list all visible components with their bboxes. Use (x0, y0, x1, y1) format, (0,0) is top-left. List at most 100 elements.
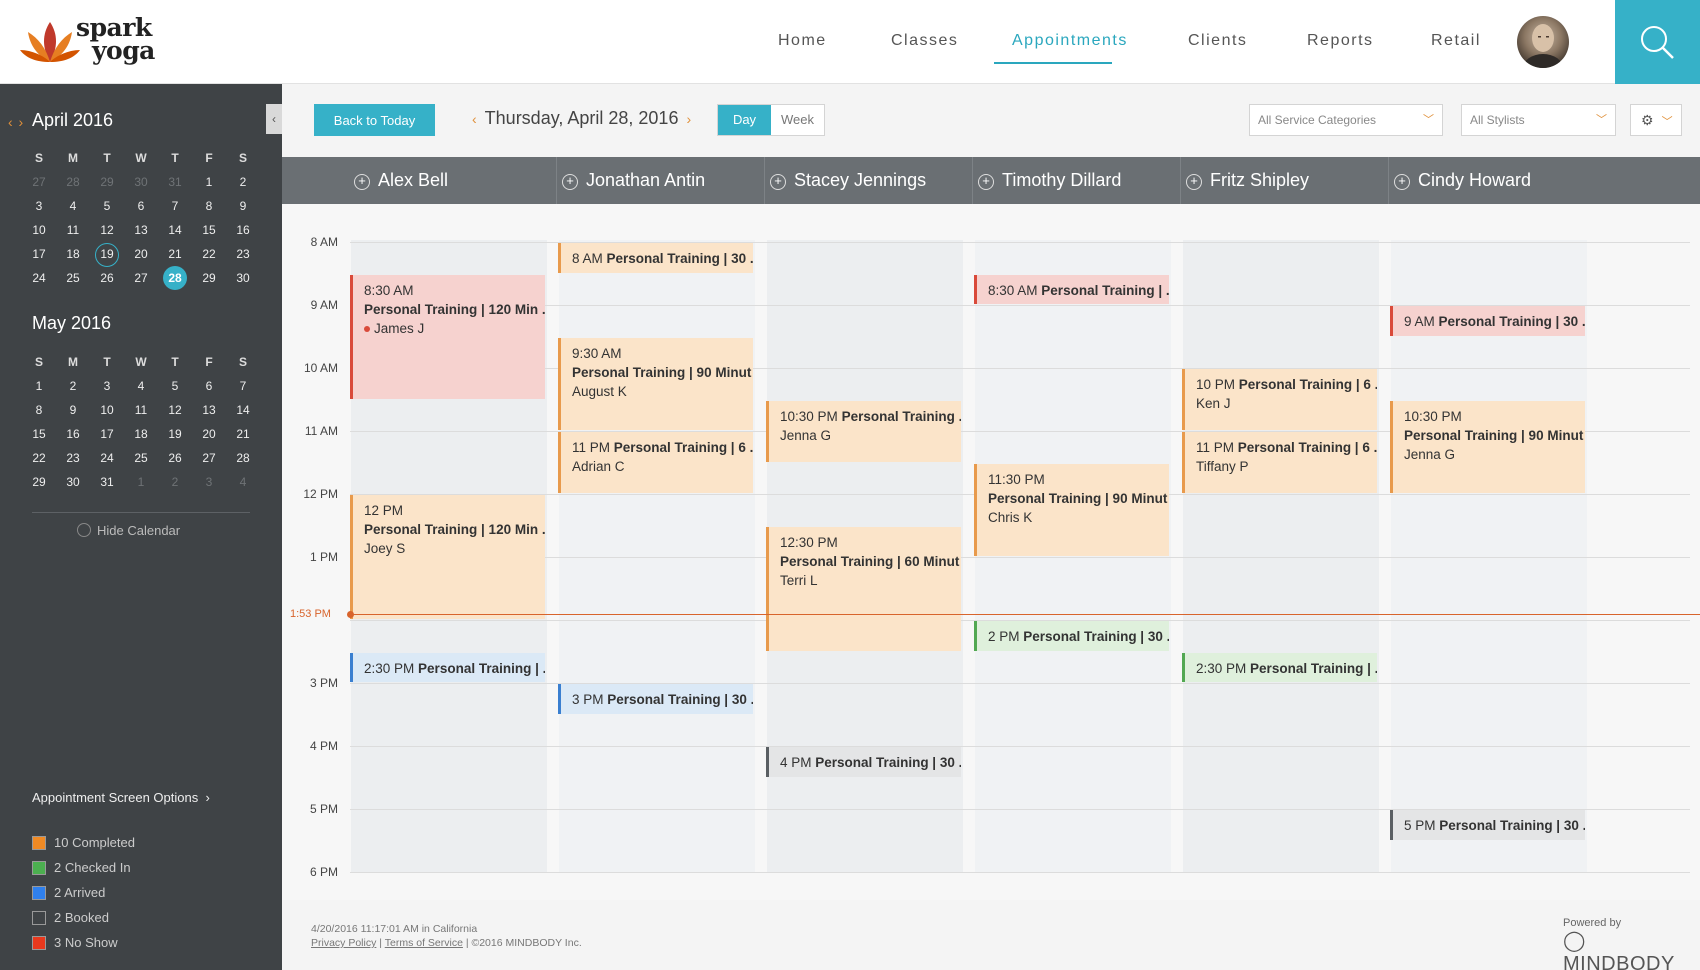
nav-home[interactable]: Home (778, 32, 827, 50)
appointment-block[interactable]: 8 AM Personal Training | 30 ... (558, 243, 753, 273)
search-button[interactable] (1615, 0, 1700, 84)
nav-retail[interactable]: Retail (1431, 32, 1481, 50)
calendar-day[interactable]: 4 (56, 194, 90, 218)
appointment-block[interactable]: 5 PM Personal Training | 30 ... (1390, 810, 1585, 840)
calendar-day[interactable]: 14 (226, 398, 260, 422)
calendar-day[interactable]: 4 (124, 374, 158, 398)
calendar-day[interactable]: 15 (22, 422, 56, 446)
legend-item[interactable]: 2 Checked In (32, 855, 135, 880)
appointment-block[interactable]: 11 PM Personal Training | 6 ... Adrian C (558, 432, 753, 493)
calendar-day[interactable]: 27 (124, 266, 158, 290)
legend-item[interactable]: 2 Booked (32, 905, 135, 930)
next-day-arrow[interactable]: › (686, 111, 691, 127)
privacy-policy-link[interactable]: Privacy Policy (311, 937, 376, 949)
staff-column-header[interactable]: + Alex Bell (354, 157, 448, 204)
calendar-day[interactable]: 3 (192, 470, 226, 494)
calendar-day[interactable]: 25 (56, 266, 90, 290)
add-appointment-icon[interactable]: + (1186, 174, 1202, 190)
calendar-day[interactable]: 11 (124, 398, 158, 422)
spark-yoga-logo[interactable]: spark yoga (20, 14, 180, 70)
calendar-day[interactable]: 29 (192, 266, 226, 290)
nav-classes[interactable]: Classes (891, 32, 958, 50)
calendar-day[interactable]: 22 (22, 446, 56, 470)
nav-reports[interactable]: Reports (1307, 32, 1374, 50)
prev-day-arrow[interactable]: ‹ (472, 111, 477, 127)
calendar-day[interactable]: 27 (22, 170, 56, 194)
calendar-day[interactable]: 11 (56, 218, 90, 242)
calendar-day[interactable]: 20 (124, 242, 158, 266)
calendar-day[interactable]: 28 (158, 266, 192, 290)
appointment-block[interactable]: 10:30 PM Personal Training ... Jenna G (766, 400, 961, 462)
calendar-day[interactable]: 19 (158, 422, 192, 446)
calendar-day[interactable]: 12 (90, 218, 124, 242)
calendar-day[interactable]: 3 (22, 194, 56, 218)
appointment-block[interactable]: 11 PM Personal Training | 6 ... Tiffany P (1182, 432, 1377, 493)
calendar-day[interactable]: 23 (226, 242, 260, 266)
staff-column-header[interactable]: + Stacey Jennings (770, 157, 926, 204)
calendar-day[interactable]: 30 (124, 170, 158, 194)
appointment-block[interactable]: 9:30 AM Personal Training | 90 Minut ... A… (558, 337, 753, 430)
collapse-sidebar-button[interactable]: ‹ (266, 104, 282, 134)
calendar-day[interactable]: 2 (226, 170, 260, 194)
calendar-day[interactable]: 1 (22, 374, 56, 398)
calendar-day[interactable]: 1 (192, 170, 226, 194)
calendar-day[interactable]: 13 (124, 218, 158, 242)
calendar-day[interactable]: 28 (56, 170, 90, 194)
staff-column-header[interactable]: + Cindy Howard (1394, 157, 1531, 204)
calendar-day[interactable]: 18 (124, 422, 158, 446)
calendar-day[interactable]: 14 (158, 218, 192, 242)
legend-item[interactable]: 10 Completed (32, 830, 135, 855)
appointment-block[interactable]: 10 PM Personal Training | 6 ... Ken J (1182, 369, 1377, 430)
calendar-day[interactable]: 15 (192, 218, 226, 242)
calendar-day[interactable]: 30 (56, 470, 90, 494)
staff-column-lane[interactable] (559, 240, 755, 872)
appointment-block[interactable]: 2 PM Personal Training | 30 ... (974, 621, 1169, 651)
calendar-day[interactable]: 6 (124, 194, 158, 218)
terms-of-service-link[interactable]: Terms of Service (385, 937, 463, 949)
nav-appointments[interactable]: Appointments (1012, 32, 1128, 50)
calendar-day[interactable]: 10 (90, 398, 124, 422)
calendar-day[interactable]: 16 (226, 218, 260, 242)
add-appointment-icon[interactable]: + (770, 174, 786, 190)
staff-column-lane[interactable] (1183, 240, 1379, 872)
calendar-day[interactable]: 29 (90, 170, 124, 194)
calendar-day[interactable]: 16 (56, 422, 90, 446)
calendar-day[interactable]: 24 (22, 266, 56, 290)
staff-column-lane[interactable] (975, 240, 1171, 872)
calendar-day[interactable]: 3 (90, 374, 124, 398)
calendar-day[interactable]: 25 (124, 446, 158, 470)
calendar-day[interactable]: 18 (56, 242, 90, 266)
add-appointment-icon[interactable]: + (978, 174, 994, 190)
legend-item[interactable]: 3 No Show (32, 930, 135, 955)
staff-column-header[interactable]: + Fritz Shipley (1186, 157, 1309, 204)
calendar-day[interactable]: 23 (56, 446, 90, 470)
add-appointment-icon[interactable]: + (1394, 174, 1410, 190)
calendar-day[interactable]: 12 (158, 398, 192, 422)
appointment-block[interactable]: 11:30 PM Personal Training | 90 Minut ...… (974, 463, 1169, 556)
appointment-block[interactable]: 8:30 AM Personal Training | 120 Min ... Ja… (350, 274, 545, 399)
calendar-day[interactable]: 4 (226, 470, 260, 494)
calendar-day[interactable]: 7 (226, 374, 260, 398)
calendar-day[interactable]: 21 (158, 242, 192, 266)
appointment-block[interactable]: 3 PM Personal Training | 30 ... (558, 684, 753, 714)
calendar-day[interactable]: 9 (56, 398, 90, 422)
calendar-day[interactable]: 2 (56, 374, 90, 398)
appointment-block[interactable]: 10:30 PM Personal Training | 90 Minut ...… (1390, 400, 1585, 493)
calendar-day[interactable]: 26 (158, 446, 192, 470)
calendar-day[interactable]: 9 (226, 194, 260, 218)
calendar-day[interactable]: 17 (22, 242, 56, 266)
nav-clients[interactable]: Clients (1188, 32, 1247, 50)
add-appointment-icon[interactable]: + (354, 174, 370, 190)
calendar-day[interactable]: 28 (226, 446, 260, 470)
calendar-day[interactable]: 2 (158, 470, 192, 494)
day-view-button[interactable]: Day (718, 105, 771, 135)
calendar-day[interactable]: 31 (158, 170, 192, 194)
calendar-day[interactable]: 5 (158, 374, 192, 398)
user-avatar[interactable] (1517, 16, 1569, 68)
calendar-day[interactable]: 8 (192, 194, 226, 218)
month-nav-arrows[interactable]: ‹ › (8, 114, 24, 130)
calendar-day[interactable]: 10 (22, 218, 56, 242)
appointment-block[interactable]: 2:30 PM Personal Training | ... (1182, 652, 1377, 682)
appointment-block[interactable]: 12 PM Personal Training | 120 Min ... Joey… (350, 495, 545, 619)
calendar-day[interactable]: 30 (226, 266, 260, 290)
